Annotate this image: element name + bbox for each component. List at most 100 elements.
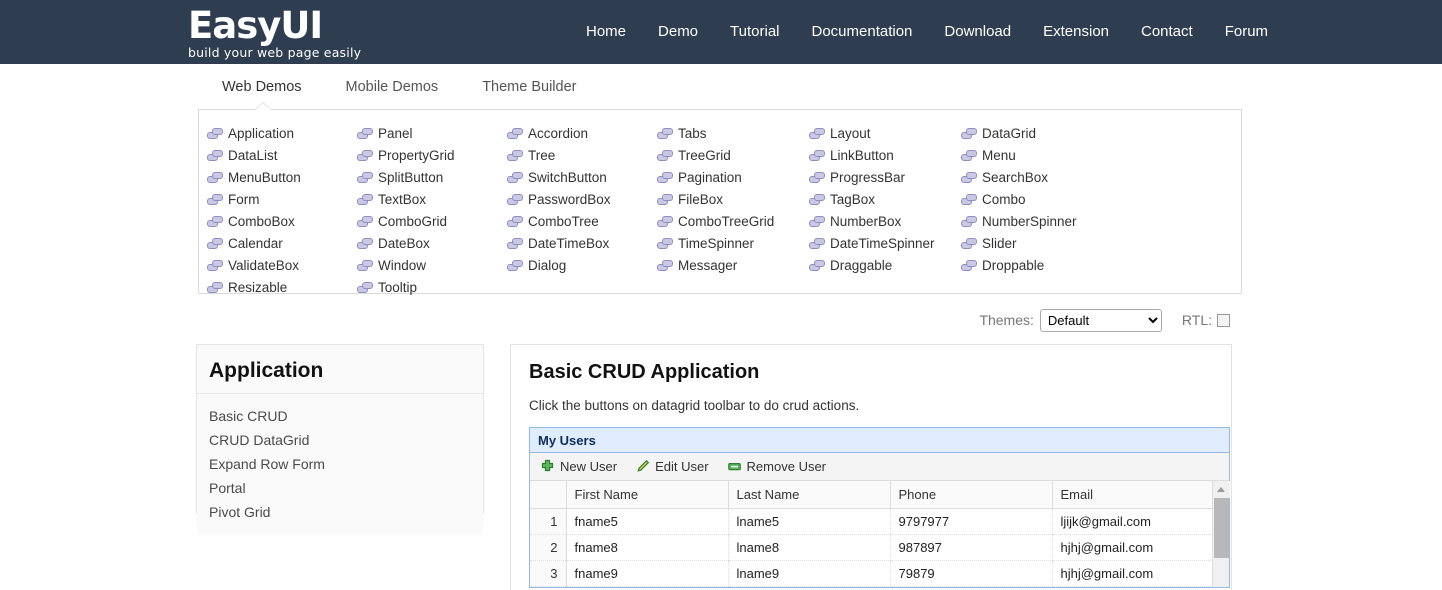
- demo-link-draggable[interactable]: Draggable: [809, 254, 961, 276]
- sidebar-item-basic-crud[interactable]: Basic CRUD: [209, 404, 483, 428]
- demo-link-datetimebox[interactable]: DateTimeBox: [507, 232, 657, 254]
- demo-link-label: TagBox: [830, 192, 875, 207]
- demo-link-panel[interactable]: Panel: [357, 122, 507, 144]
- demo-link-layout[interactable]: Layout: [809, 122, 961, 144]
- demo-link-timespinner[interactable]: TimeSpinner: [657, 232, 809, 254]
- sidebar-item-portal[interactable]: Portal: [209, 476, 483, 500]
- demo-link-pagination[interactable]: Pagination: [657, 166, 809, 188]
- tab-theme-builder[interactable]: Theme Builder: [460, 75, 598, 99]
- demo-link-label: Dialog: [528, 258, 566, 273]
- datagrid-vertical-scrollbar[interactable]: [1212, 481, 1229, 587]
- demo-link-dialog[interactable]: Dialog: [507, 254, 657, 276]
- link-icon: [809, 213, 825, 229]
- cell-last-name: lname9: [728, 561, 890, 587]
- users-table: First Name Last Name Phone Email 1fname5…: [530, 481, 1215, 587]
- column-header-phone[interactable]: Phone: [890, 481, 1052, 509]
- rtl-checkbox[interactable]: [1217, 314, 1230, 327]
- tab-web-demos[interactable]: Web Demos: [200, 75, 324, 99]
- demo-link-label: ProgressBar: [830, 170, 905, 185]
- demo-link-label: ComboTreeGrid: [678, 214, 774, 229]
- demo-link-passwordbox[interactable]: PasswordBox: [507, 188, 657, 210]
- demo-link-label: NumberSpinner: [982, 214, 1077, 229]
- demo-link-resizable[interactable]: Resizable: [207, 276, 357, 298]
- demo-link-tagbox[interactable]: TagBox: [809, 188, 961, 210]
- nav-item-documentation[interactable]: Documentation: [796, 0, 929, 64]
- demo-link-tooltip[interactable]: Tooltip: [357, 276, 507, 298]
- demo-link-searchbox[interactable]: SearchBox: [961, 166, 1113, 188]
- demo-link-combo[interactable]: Combo: [961, 188, 1113, 210]
- scrollbar-thumb[interactable]: [1214, 498, 1229, 558]
- demo-link-datalist[interactable]: DataList: [207, 144, 357, 166]
- demo-link-combotree[interactable]: ComboTree: [507, 210, 657, 232]
- demo-link-datagrid[interactable]: DataGrid: [961, 122, 1113, 144]
- link-icon: [207, 147, 223, 163]
- nav-item-download[interactable]: Download: [928, 0, 1027, 64]
- column-header-index[interactable]: [530, 481, 566, 509]
- nav-item-tutorial[interactable]: Tutorial: [714, 0, 795, 64]
- demo-link-combobox[interactable]: ComboBox: [207, 210, 357, 232]
- nav-item-contact[interactable]: Contact: [1125, 0, 1209, 64]
- demo-link-droppable[interactable]: Droppable: [961, 254, 1113, 276]
- demo-link-validatebox[interactable]: ValidateBox: [207, 254, 357, 276]
- demo-link-accordion[interactable]: Accordion: [507, 122, 657, 144]
- demo-link-numberspinner[interactable]: NumberSpinner: [961, 210, 1113, 232]
- rtl-label: RTL:: [1182, 312, 1212, 328]
- remove-user-label: Remove User: [747, 459, 826, 474]
- demo-link-filebox[interactable]: FileBox: [657, 188, 809, 210]
- table-row[interactable]: 2fname8lname8987897hjhj@gmail.com: [530, 535, 1214, 561]
- demo-link-splitbutton[interactable]: SplitButton: [357, 166, 507, 188]
- demo-link-calendar[interactable]: Calendar: [207, 232, 357, 254]
- theme-select[interactable]: Default: [1040, 309, 1162, 332]
- demo-column-3: AccordionTreeSwitchButtonPasswordBoxComb…: [507, 122, 657, 298]
- table-row[interactable]: 1fname5lname59797977ljijk@gmail.com: [530, 509, 1214, 535]
- table-row[interactable]: 3fname9lname979879hjhj@gmail.com: [530, 561, 1214, 587]
- nav-item-forum[interactable]: Forum: [1209, 0, 1284, 64]
- demo-link-datebox[interactable]: DateBox: [357, 232, 507, 254]
- demo-link-switchbutton[interactable]: SwitchButton: [507, 166, 657, 188]
- link-icon: [357, 169, 373, 185]
- demo-link-progressbar[interactable]: ProgressBar: [809, 166, 961, 188]
- demo-link-label: DataList: [228, 148, 278, 163]
- sidebar-item-pivot-grid[interactable]: Pivot Grid: [209, 500, 483, 524]
- row-index: 2: [530, 535, 566, 561]
- demo-links-grid: Application DataList MenuButtonFormComboBo…: [199, 122, 1241, 298]
- column-header-first-name[interactable]: First Name: [566, 481, 728, 509]
- demo-link-numberbox[interactable]: NumberBox: [809, 210, 961, 232]
- column-header-last-name[interactable]: Last Name: [728, 481, 890, 509]
- link-icon: [961, 125, 977, 141]
- demo-link-combogrid[interactable]: ComboGrid: [357, 210, 507, 232]
- edit-user-button[interactable]: Edit User: [635, 459, 708, 474]
- demo-column-6: DataGridMenuSearchBoxCombo NumberSpinner S…: [961, 122, 1113, 298]
- demo-link-window[interactable]: Window: [357, 254, 507, 276]
- tab-mobile-demos[interactable]: Mobile Demos: [324, 75, 461, 99]
- demo-link-slider[interactable]: Slider: [961, 232, 1113, 254]
- nav-item-extension[interactable]: Extension: [1027, 0, 1125, 64]
- demo-link-messager[interactable]: Messager: [657, 254, 809, 276]
- demo-link-combotreegrid[interactable]: ComboTreeGrid: [657, 210, 809, 232]
- remove-user-button[interactable]: Remove User: [727, 459, 826, 474]
- demo-link-linkbutton[interactable]: LinkButton: [809, 144, 961, 166]
- column-header-email[interactable]: Email: [1052, 481, 1214, 509]
- sidebar-item-expand-row-form[interactable]: Expand Row Form: [209, 452, 483, 476]
- link-icon: [809, 235, 825, 251]
- scroll-up-arrow-icon[interactable]: [1213, 481, 1230, 498]
- demo-link-application[interactable]: Application: [207, 122, 357, 144]
- site-logo[interactable]: EasyUI build your web page easily: [188, 6, 361, 60]
- demo-link-datetimespinner[interactable]: DateTimeSpinner: [809, 232, 961, 254]
- demo-link-menubutton[interactable]: MenuButton: [207, 166, 357, 188]
- new-user-button[interactable]: New User: [540, 459, 617, 474]
- link-icon: [207, 213, 223, 229]
- demo-link-tree[interactable]: Tree: [507, 144, 657, 166]
- nav-item-home[interactable]: Home: [570, 0, 642, 64]
- demo-link-tabs[interactable]: Tabs: [657, 122, 809, 144]
- demo-link-form[interactable]: Form: [207, 188, 357, 210]
- demo-link-propertygrid[interactable]: PropertyGrid: [357, 144, 507, 166]
- demo-link-textbox[interactable]: TextBox: [357, 188, 507, 210]
- nav-item-demo[interactable]: Demo: [642, 0, 714, 64]
- sidebar-item-crud-datagrid[interactable]: CRUD DataGrid: [209, 428, 483, 452]
- link-icon: [357, 279, 373, 295]
- demo-link-label: NumberBox: [830, 214, 901, 229]
- demo-link-treegrid[interactable]: TreeGrid: [657, 144, 809, 166]
- demo-link-menu[interactable]: Menu: [961, 144, 1113, 166]
- link-icon: [961, 191, 977, 207]
